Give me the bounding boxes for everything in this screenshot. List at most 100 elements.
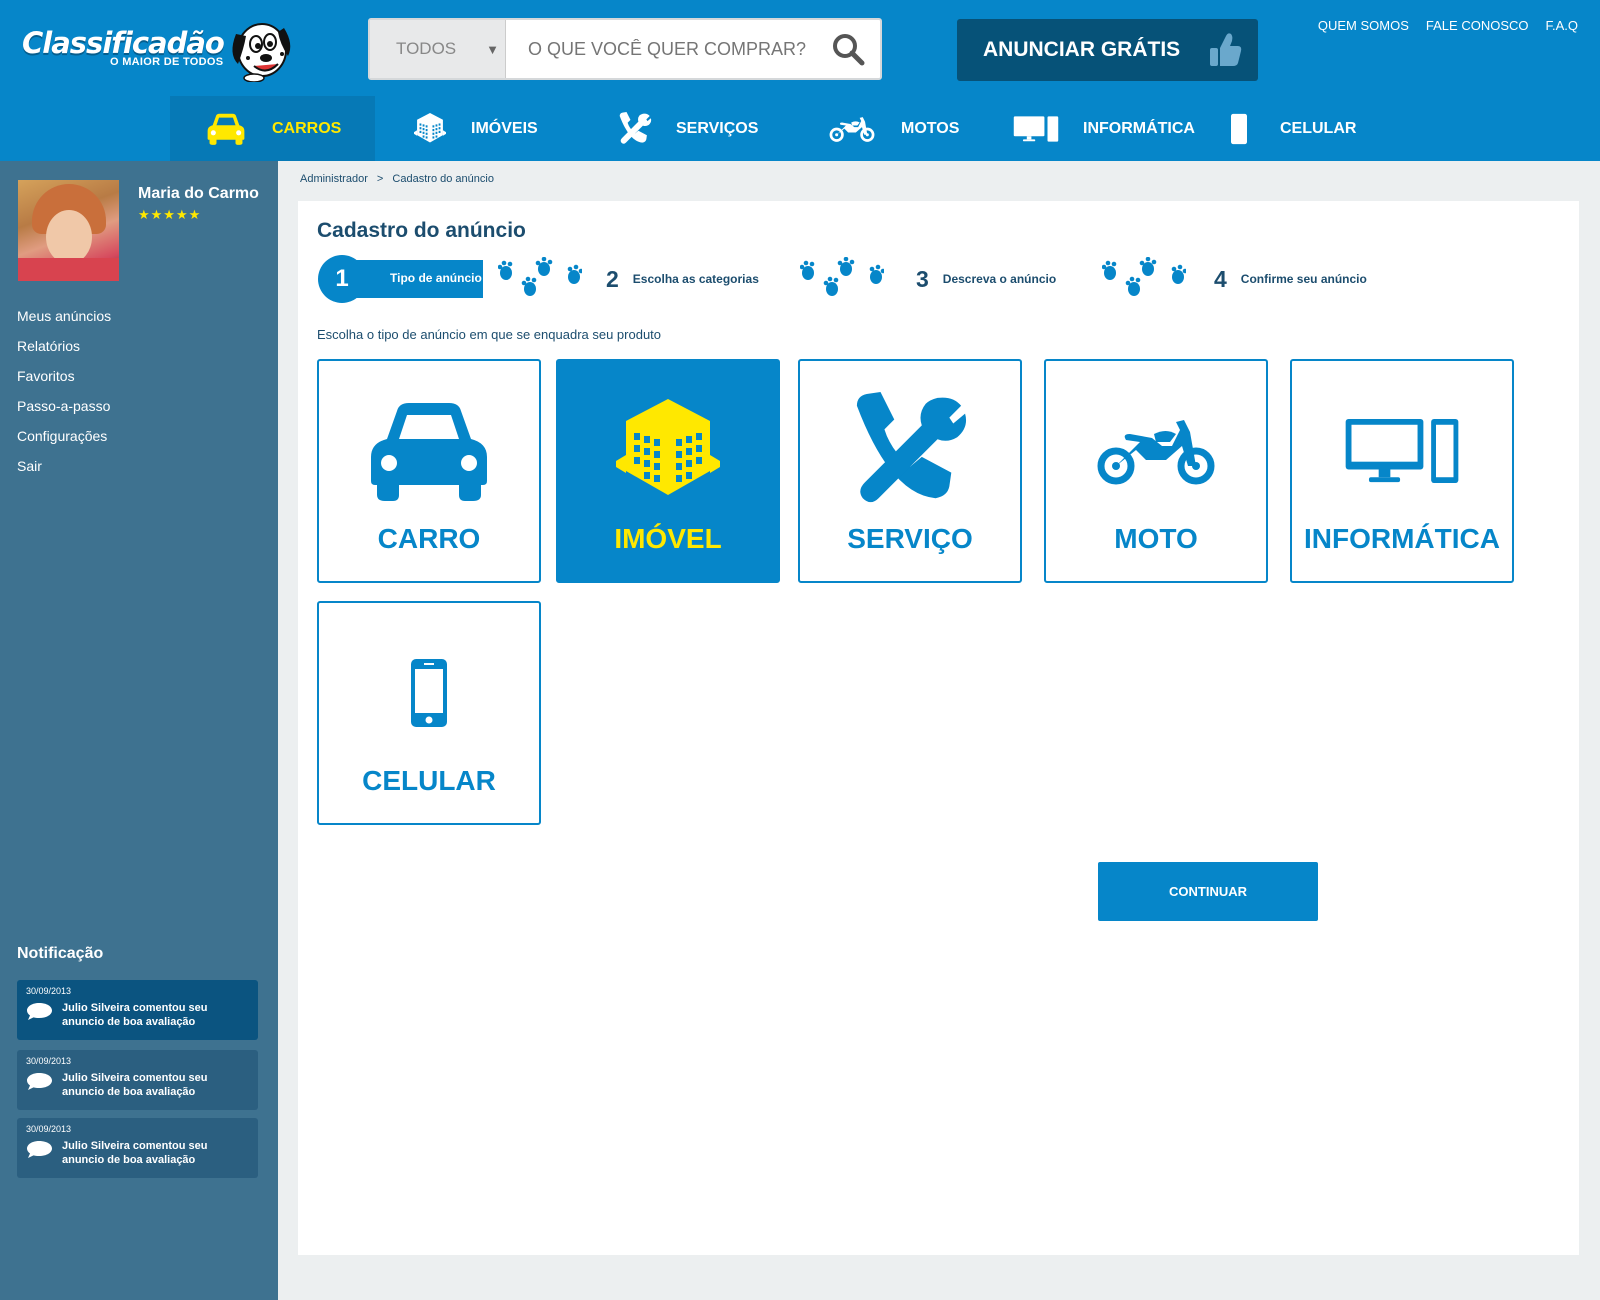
step-number: 3	[916, 265, 929, 292]
card-label: IMÓVEL	[614, 523, 722, 554]
step-1-active[interactable]: Tipo de anúncio 1	[318, 255, 483, 303]
dropdown-arrow-icon: ▼	[486, 41, 500, 57]
nav-item-label: CELULAR	[1280, 119, 1357, 137]
card-imovel[interactable]: IMÓVEL	[556, 359, 780, 583]
notification-text: Julio Silveira comentou seu anuncio de b…	[62, 1140, 208, 1166]
header: Classificadão O MAIOR DE TODOS TODOS ▼ O…	[0, 0, 1600, 161]
nav-item-carros[interactable]: CARROS	[170, 96, 375, 161]
tools-icon	[800, 391, 1020, 511]
avatar[interactable]	[18, 180, 119, 281]
user-rating-stars: ★★★★★	[138, 207, 202, 222]
sidebar-item-relatorios[interactable]: Relatórios	[17, 331, 111, 361]
link-quem-somos[interactable]: QUEM SOMOS	[1318, 18, 1409, 33]
sidebar: Maria do Carmo ★★★★★ Meus anúncios Relat…	[0, 161, 278, 1300]
motorcycle-icon	[1046, 391, 1266, 511]
user-name: Maria do Carmo	[138, 185, 259, 202]
sidebar-item-meus-anuncios[interactable]: Meus anúncios	[17, 301, 111, 331]
comment-bubble-icon	[27, 1141, 52, 1158]
link-faq[interactable]: F.A.Q	[1545, 18, 1578, 33]
card-label: CARRO	[377, 523, 481, 554]
step-number: 4	[1214, 265, 1227, 292]
sidebar-item-sair[interactable]: Sair	[17, 451, 111, 481]
nav-item-servicos[interactable]: SERVIÇOS	[578, 96, 791, 161]
search-input[interactable]	[506, 20, 816, 78]
nav-item-label: MOTOS	[901, 119, 960, 137]
breadcrumb-separator: >	[376, 173, 384, 185]
step-label: Escolha as categorias	[632, 272, 759, 286]
nav-item-celular[interactable]: CELULAR	[1224, 96, 1364, 161]
logo-tagline: O MAIOR DE TODOS	[110, 56, 224, 68]
card-label: CELULAR	[362, 765, 496, 796]
page-title: Cadastro do anúncio	[317, 219, 526, 242]
notification-date: 30/09/2013	[26, 986, 72, 996]
nav-item-motos[interactable]: MOTOS	[791, 96, 981, 161]
card-informatica[interactable]: INFORMÁTICA	[1290, 359, 1514, 583]
nav-item-informatica[interactable]: INFORMÁTICA	[981, 96, 1224, 161]
link-fale-conosco[interactable]: FALE CONOSCO	[1426, 18, 1529, 33]
dog-mascot-icon	[232, 23, 291, 82]
announce-free-button[interactable]: ANUNCIAR GRÁTIS	[957, 19, 1258, 81]
thumbs-up-icon	[1210, 33, 1242, 66]
search-button[interactable]	[816, 20, 880, 78]
notifications-title: Notificação	[17, 945, 104, 962]
notification-text: Julio Silveira comentou seu anuncio de b…	[62, 1072, 208, 1098]
top-links: QUEM SOMOS FALE CONOSCO F.A.Q	[1318, 18, 1578, 33]
notification-date: 30/09/2013	[26, 1056, 72, 1066]
step-label: Descreva o anúncio	[942, 272, 1057, 286]
step-2[interactable]: 2 Escolha as categorias	[606, 262, 759, 296]
computer-icon	[1292, 391, 1512, 511]
instruction-text: Escolha o tipo de anúncio em que se enqu…	[317, 327, 662, 342]
notification-item[interactable]: 30/09/2013 Julio Silveira comentou seu a…	[17, 1118, 258, 1178]
step-number: 1	[318, 255, 366, 303]
search-bar: TODOS ▼	[368, 18, 882, 80]
step-number: 2	[606, 265, 619, 292]
card-celular[interactable]: CELULAR	[317, 601, 541, 825]
category-nav: CARROS IMÓVEIS SERVIÇOS MOTOS INFORMÁTIC…	[170, 96, 1364, 161]
paw-prints-icon	[1102, 257, 1186, 297]
sidebar-item-configuracoes[interactable]: Configurações	[17, 421, 111, 451]
comment-bubble-icon	[27, 1073, 52, 1090]
car-icon	[206, 113, 246, 145]
nav-item-label: INFORMÁTICA	[1083, 119, 1195, 137]
card-moto[interactable]: MOTO	[1044, 359, 1268, 583]
notification-item[interactable]: 30/09/2013 Julio Silveira comentou seu a…	[17, 980, 258, 1040]
announce-label: ANUNCIAR GRÁTIS	[983, 38, 1181, 61]
card-label: INFORMÁTICA	[1304, 523, 1500, 554]
nav-item-label: CARROS	[272, 119, 342, 137]
paw-prints-icon	[498, 257, 582, 297]
breadcrumb-current: Cadastro do anúncio	[392, 173, 494, 185]
car-icon	[319, 391, 539, 511]
breadcrumb: Administrador > Cadastro do anúncio	[300, 173, 500, 185]
main-panel: Cadastro do anúncio Tipo de anúncio 1 2 …	[298, 201, 1579, 1255]
comment-bubble-icon	[27, 1003, 52, 1020]
sidebar-item-passo-a-passo[interactable]: Passo-a-passo	[17, 391, 111, 421]
nav-item-label: IMÓVEIS	[471, 119, 538, 137]
phone-icon	[1230, 113, 1248, 145]
logo-text: Classificadão	[22, 26, 225, 60]
step-4[interactable]: 4 Confirme seu anúncio	[1214, 262, 1367, 296]
notification-text: Julio Silveira comentou seu anuncio de b…	[62, 1002, 208, 1028]
building-icon	[558, 391, 778, 511]
card-servico[interactable]: SERVIÇO	[798, 359, 1022, 583]
motorcycle-icon	[829, 115, 875, 143]
step-3[interactable]: 3 Descreva o anúncio	[916, 262, 1056, 296]
card-label: MOTO	[1114, 523, 1198, 554]
building-icon	[413, 113, 447, 145]
card-carro[interactable]: CARRO	[317, 359, 541, 583]
step-label: Confirme seu anúncio	[1240, 272, 1367, 286]
sidebar-item-favoritos[interactable]: Favoritos	[17, 361, 111, 391]
search-category-value: TODOS	[396, 39, 457, 58]
search-category-select[interactable]: TODOS ▼	[370, 20, 506, 78]
logo[interactable]: Classificadão O MAIOR DE TODOS	[22, 14, 292, 84]
notification-item[interactable]: 30/09/2013 Julio Silveira comentou seu a…	[17, 1050, 258, 1110]
card-label: SERVIÇO	[847, 523, 973, 554]
search-icon	[833, 34, 865, 66]
nav-item-imoveis[interactable]: IMÓVEIS	[375, 96, 578, 161]
continue-button[interactable]: CONTINUAR	[1098, 862, 1318, 921]
paw-prints-icon	[800, 257, 884, 297]
computer-icon	[1013, 115, 1059, 143]
phone-icon	[319, 633, 539, 753]
sidebar-menu: Meus anúncios Relatórios Favoritos Passo…	[17, 301, 111, 481]
breadcrumb-administrador[interactable]: Administrador	[300, 173, 368, 185]
notification-date: 30/09/2013	[26, 1124, 72, 1134]
